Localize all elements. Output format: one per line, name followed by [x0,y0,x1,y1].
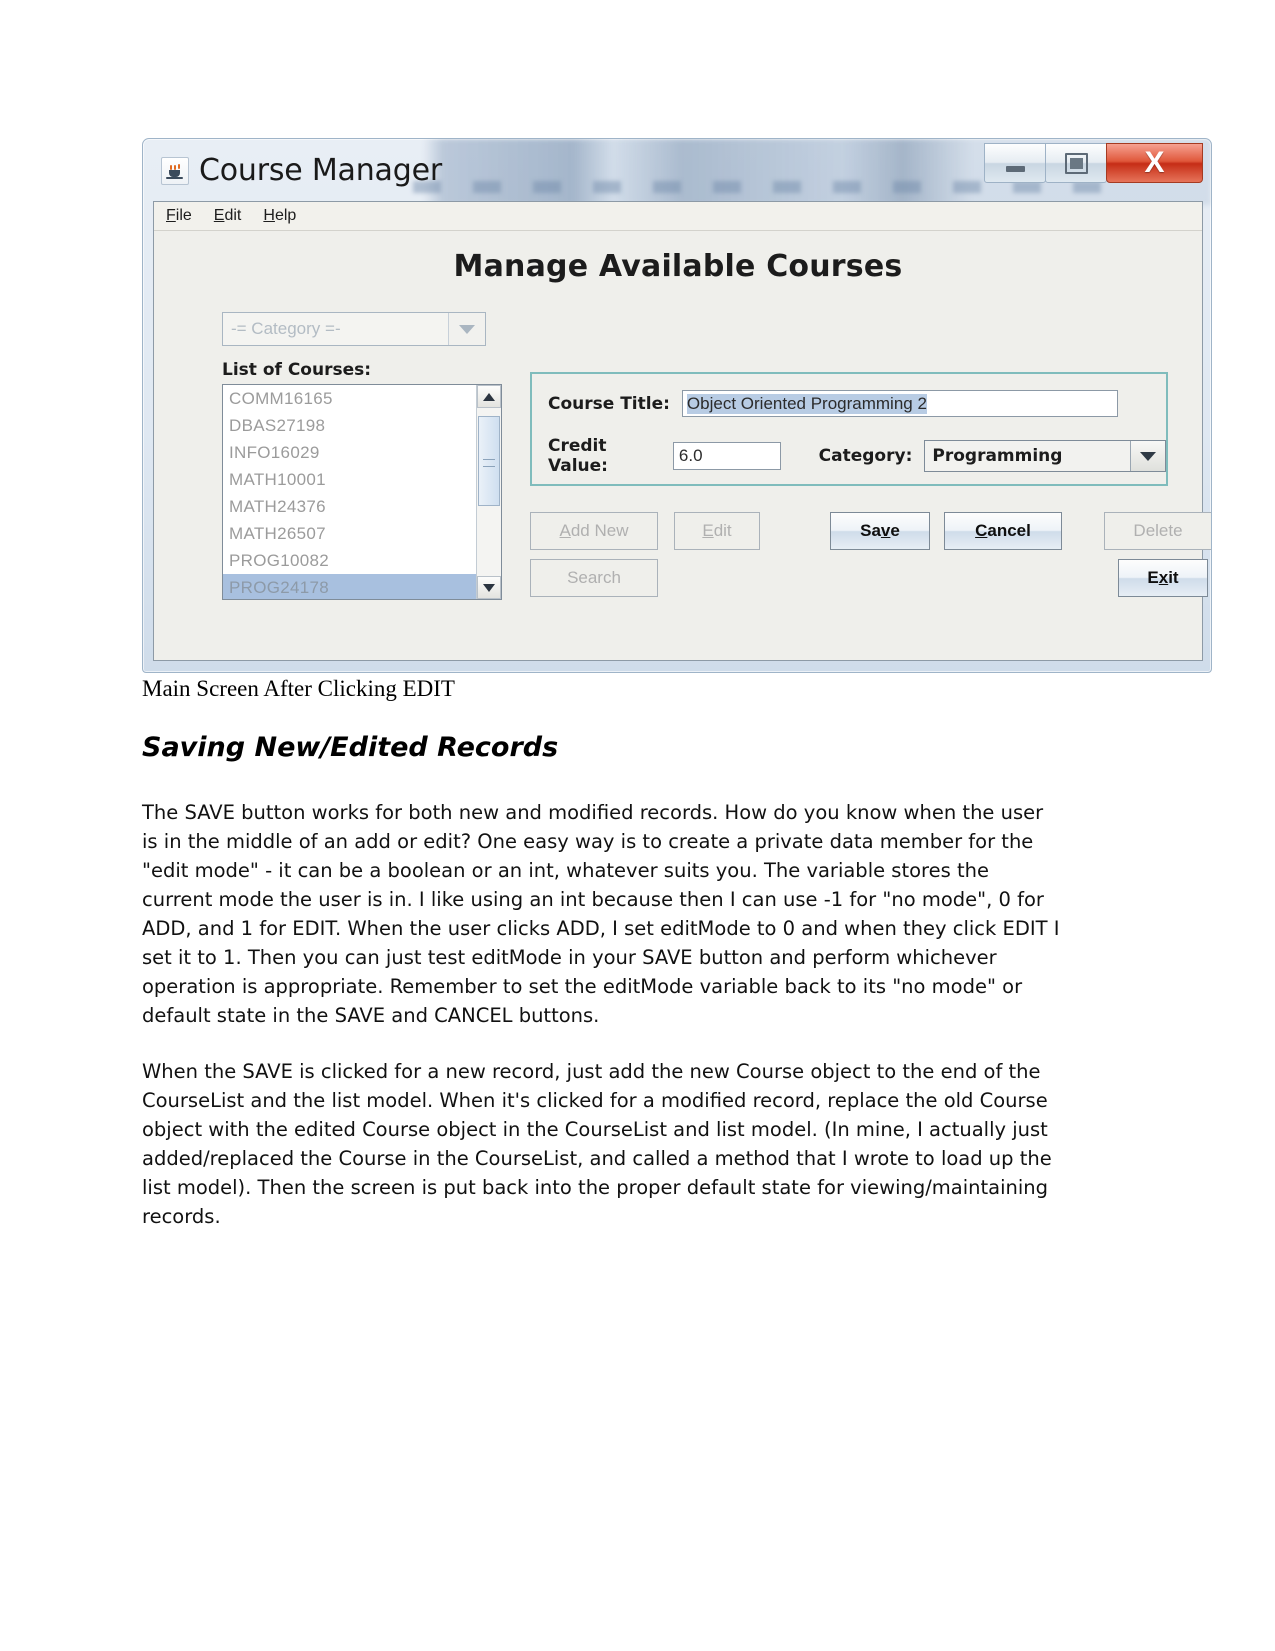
chevron-down-icon [459,324,475,334]
category-label: Category: [818,446,913,466]
minimize-icon [1005,166,1025,172]
credit-value-label: Credit Value: [548,436,608,476]
category-value: Programming [932,446,1063,466]
search-button[interactable]: Search [530,559,658,597]
menu-bar: File Edit Help [154,202,1202,231]
triangle-up-icon [483,392,495,401]
page-title: Manage Available Courses [453,249,903,284]
scroll-up-button[interactable] [477,385,501,408]
search-label: Search [567,568,621,587]
exit-mnemonic: x [1158,568,1169,587]
list-item[interactable]: MATH26507 [223,520,476,547]
window-titlebar: Course Manager X [143,139,1211,205]
category-filter-combobox[interactable]: -= Category =- [222,312,486,346]
delete-button[interactable]: Delete [1104,512,1211,550]
save-mnemonic: v [880,521,891,540]
document-page: Course Manager X File Edit Help Manage A… [0,0,1275,1651]
course-title-row: Course Title: Object Oriented Programmin… [548,390,1118,417]
list-of-courses-label: List of Courses: [222,360,372,380]
menu-file-mnemonic: F [166,207,176,224]
window-controls: X [984,143,1203,183]
category-filter-value: -= Category =- [231,319,341,338]
exit-label-pre: E [1147,568,1159,587]
exit-button[interactable]: Ex it [1118,559,1208,597]
scroll-down-button[interactable] [477,576,501,599]
edit-button[interactable]: Edit [674,512,760,550]
add-new-mnemonic: A [559,521,571,540]
chevron-down-icon [1140,451,1156,461]
scrollbar-track[interactable] [477,408,501,576]
list-item[interactable]: MATH10001 [223,466,476,493]
category-combobox[interactable]: Programming [924,440,1166,472]
category-combobox-arrow[interactable] [1130,441,1165,471]
list-item[interactable]: PROG10082 [223,547,476,574]
delete-label: Delete [1133,521,1183,540]
menu-edit-rest: dit [224,207,242,224]
course-title-input[interactable]: Object Oriented Programming 2 [681,390,1118,417]
category-filter-arrow[interactable] [448,313,485,345]
scrollbar-thumb[interactable] [478,416,500,506]
course-manager-window: Course Manager X File Edit Help Manage A… [142,138,1212,673]
add-new-button[interactable]: Add New [530,512,658,550]
list-item[interactable]: INFO16029 [223,439,476,466]
list-item-selected[interactable]: PROG24178 [223,574,476,599]
menu-edit[interactable]: Edit [214,207,242,225]
maximize-button[interactable] [1045,143,1107,183]
credit-category-row: Credit Value: 6.0 Category: Programming [548,436,1166,476]
close-button[interactable]: X [1106,143,1203,183]
close-icon: X [1144,146,1165,179]
course-list-scrollbar[interactable] [476,385,501,599]
course-title-value: Object Oriented Programming 2 [686,393,927,414]
body-paragraph-2: When the SAVE is clicked for a new recor… [142,1060,1052,1228]
section-heading: Saving New/Edited Records [142,732,559,763]
cancel-label: ancel [987,521,1031,540]
course-title-label: Course Title: [548,393,670,414]
course-detail-form: Course Title: Object Oriented Programmin… [530,372,1168,486]
window-client-area: File Edit Help Manage Available Courses … [153,201,1211,661]
menu-edit-mnemonic: E [213,207,225,224]
menu-file[interactable]: File [166,207,192,225]
course-list-items: COMM16165 DBAS27198 INFO16029 MATH10001 … [223,385,476,599]
list-item[interactable]: MATH24376 [223,493,476,520]
list-item[interactable]: DBAS27198 [223,412,476,439]
menu-help-mnemonic: H [263,207,275,224]
add-new-label: dd New [570,521,629,540]
body-paragraph-1: The SAVE button works for both new and m… [142,801,1060,1027]
save-button[interactable]: Sa v e [830,512,930,550]
java-cup-icon [161,156,189,185]
menu-file-rest: ile [175,207,192,224]
figure-caption: Main Screen After Clicking EDIT [142,676,455,701]
cancel-mnemonic: C [975,521,988,540]
edit-label: dit [713,521,732,540]
minimize-button[interactable] [984,143,1046,183]
window-title: Course Manager [199,153,442,188]
cancel-button[interactable]: Cancel [944,512,1062,550]
course-list[interactable]: COMM16165 DBAS27198 INFO16029 MATH10001 … [222,384,502,600]
window-title-group: Course Manager [161,153,442,188]
maximize-icon [1064,152,1088,174]
exit-label-post: it [1168,568,1179,587]
list-item[interactable]: COMM16165 [223,385,476,412]
save-label-post: e [890,521,900,540]
menu-help[interactable]: Help [263,207,296,225]
triangle-down-icon [483,583,495,592]
credit-value-input[interactable]: 6.0 [672,442,781,470]
edit-mnemonic: E [702,521,714,540]
menu-help-rest: elp [274,207,297,224]
save-label-pre: Sa [860,521,881,540]
